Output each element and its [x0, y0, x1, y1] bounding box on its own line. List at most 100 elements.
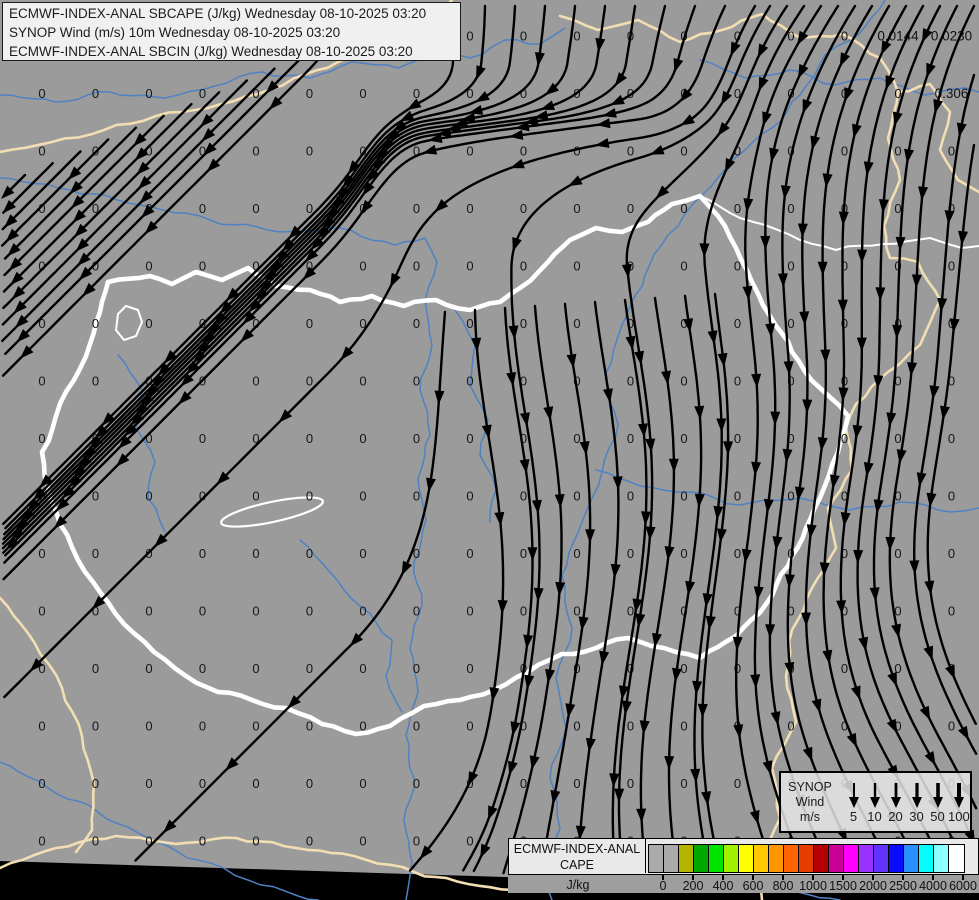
cape-grid-value: 0	[199, 719, 206, 734]
cape-grid-value: 0	[627, 489, 634, 504]
cape-grid-value: 0	[573, 604, 580, 619]
cape-tick-label: 2000	[859, 879, 887, 893]
cape-grid-value: 0	[894, 201, 901, 216]
cape-color-cell	[799, 845, 814, 872]
cape-grid-value: 0	[38, 86, 45, 101]
cape-grid-value: 0	[306, 776, 313, 791]
cape-color-cell	[844, 845, 859, 872]
cape-grid-value: 0	[145, 489, 152, 504]
cape-grid-value: 0	[894, 546, 901, 561]
cape-color-cell	[859, 845, 874, 872]
cape-tick-label: 1000	[799, 879, 827, 893]
cape-color-cell	[874, 845, 889, 872]
wind-arrow-icon	[928, 781, 948, 809]
cape-grid-value: 0	[841, 29, 848, 44]
wind-legend-entry: 50	[927, 781, 948, 824]
cape-color-cell	[649, 845, 664, 872]
cape-grid-value: 0	[413, 489, 420, 504]
cape-grid-value: 0	[252, 144, 259, 159]
cape-grid-value: 0	[466, 834, 473, 849]
cape-grid-value: 0	[734, 546, 741, 561]
cape-grid-value: 0	[92, 834, 99, 849]
cape-grid-value: 0	[306, 316, 313, 331]
cape-grid-value: 0	[38, 834, 45, 849]
title-line-sbcape: ECMWF-INDEX-ANAL SBCAPE (J/kg) Wednesday…	[9, 4, 454, 23]
cape-grid-value: 0	[413, 259, 420, 274]
cape-grid-value: 0	[573, 489, 580, 504]
cape-color-cell	[814, 845, 829, 872]
cape-grid-value: 0	[306, 719, 313, 734]
cape-grid-value: 0	[520, 316, 527, 331]
cape-grid-value: 0	[306, 546, 313, 561]
wind-arrow-icon	[907, 781, 927, 809]
cape-color-cell	[889, 845, 904, 872]
cape-grid-value: 0	[413, 661, 420, 676]
cape-legend-parameter: CAPE	[509, 857, 645, 873]
cape-grid-value: 0	[38, 546, 45, 561]
cape-grid-value: 0	[466, 489, 473, 504]
cape-grid-value: 0	[145, 316, 152, 331]
cape-tick-label: 0	[660, 879, 667, 893]
cape-grid-value: 0	[466, 431, 473, 446]
cape-grid-value: 0	[627, 719, 634, 734]
cape-tick-label: 6000	[949, 879, 977, 893]
cape-grid-value: 0	[359, 259, 366, 274]
cape-color-cell	[769, 845, 784, 872]
cape-grid-value: 0	[413, 374, 420, 389]
cape-grid-value: 0	[252, 546, 259, 561]
cape-grid-value: 0	[573, 719, 580, 734]
wind-speed-label: 5	[843, 810, 864, 824]
cape-grid-value: 0	[627, 546, 634, 561]
cape-legend: ECMWF-INDEX-ANAL CAPE J/kg 0200400600800…	[508, 838, 979, 893]
cape-grid-value: 0	[359, 661, 366, 676]
cape-legend-label: ECMWF-INDEX-ANAL CAPE	[509, 839, 646, 873]
cape-grid-value: 0	[520, 201, 527, 216]
cape-color-cell	[739, 845, 754, 872]
cape-grid-value: 0	[520, 489, 527, 504]
cape-grid-value: 0	[573, 316, 580, 331]
cape-grid-value: 0	[520, 546, 527, 561]
cape-grid-value: 0	[734, 374, 741, 389]
cape-color-cell	[709, 845, 724, 872]
wind-legend-title: SYNOP	[781, 780, 839, 795]
cape-grid-value: 0	[413, 834, 420, 849]
cape-grid-value: 0	[199, 546, 206, 561]
cape-grid-value: 0	[573, 546, 580, 561]
cape-grid-value: 0	[199, 431, 206, 446]
cape-grid-value: 0	[92, 316, 99, 331]
cape-grid-value: 0	[38, 374, 45, 389]
cape-grid-value: 0	[306, 144, 313, 159]
cape-grid-value: 0	[520, 604, 527, 619]
cape-grid-value: 0	[359, 374, 366, 389]
cape-grid-value: 0	[948, 546, 955, 561]
cape-grid-value: 0	[199, 86, 206, 101]
wind-legend-labels: SYNOP Wind m/s	[781, 780, 839, 825]
cape-grid-value: 0	[627, 431, 634, 446]
cape-grid-value: 0	[680, 431, 687, 446]
cape-grid-value: 0	[680, 661, 687, 676]
cape-units-label: J/kg	[528, 878, 628, 892]
wind-speed-label: 30	[906, 810, 927, 824]
cape-grid-value: 0	[948, 259, 955, 274]
cape-grid-value: 0	[145, 604, 152, 619]
cape-color-cell	[919, 845, 934, 872]
wind-legend-entry: 20	[885, 781, 906, 824]
wind-arrow-icon	[949, 781, 969, 809]
cape-grid-value: 0	[252, 719, 259, 734]
cape-grid-value: 0	[38, 144, 45, 159]
wind-speed-label: 100	[948, 810, 969, 824]
cape-grid-value: 0	[520, 29, 527, 44]
wind-arrow-icon	[865, 781, 885, 809]
cape-grid-value: 0	[145, 776, 152, 791]
cape-grid-value: 0	[413, 604, 420, 619]
cape-grid-value: 0	[359, 489, 366, 504]
cape-grid-value: 0	[252, 489, 259, 504]
wind-speed-label: 50	[927, 810, 948, 824]
cape-grid-value: 0	[627, 201, 634, 216]
cape-color-cell	[829, 845, 844, 872]
cape-grid-value: 0	[520, 259, 527, 274]
cape-grid-value: 0	[787, 316, 794, 331]
cape-grid-value: 0	[787, 489, 794, 504]
cape-tick-label: 200	[683, 879, 704, 893]
cape-grid-value: 0	[145, 259, 152, 274]
